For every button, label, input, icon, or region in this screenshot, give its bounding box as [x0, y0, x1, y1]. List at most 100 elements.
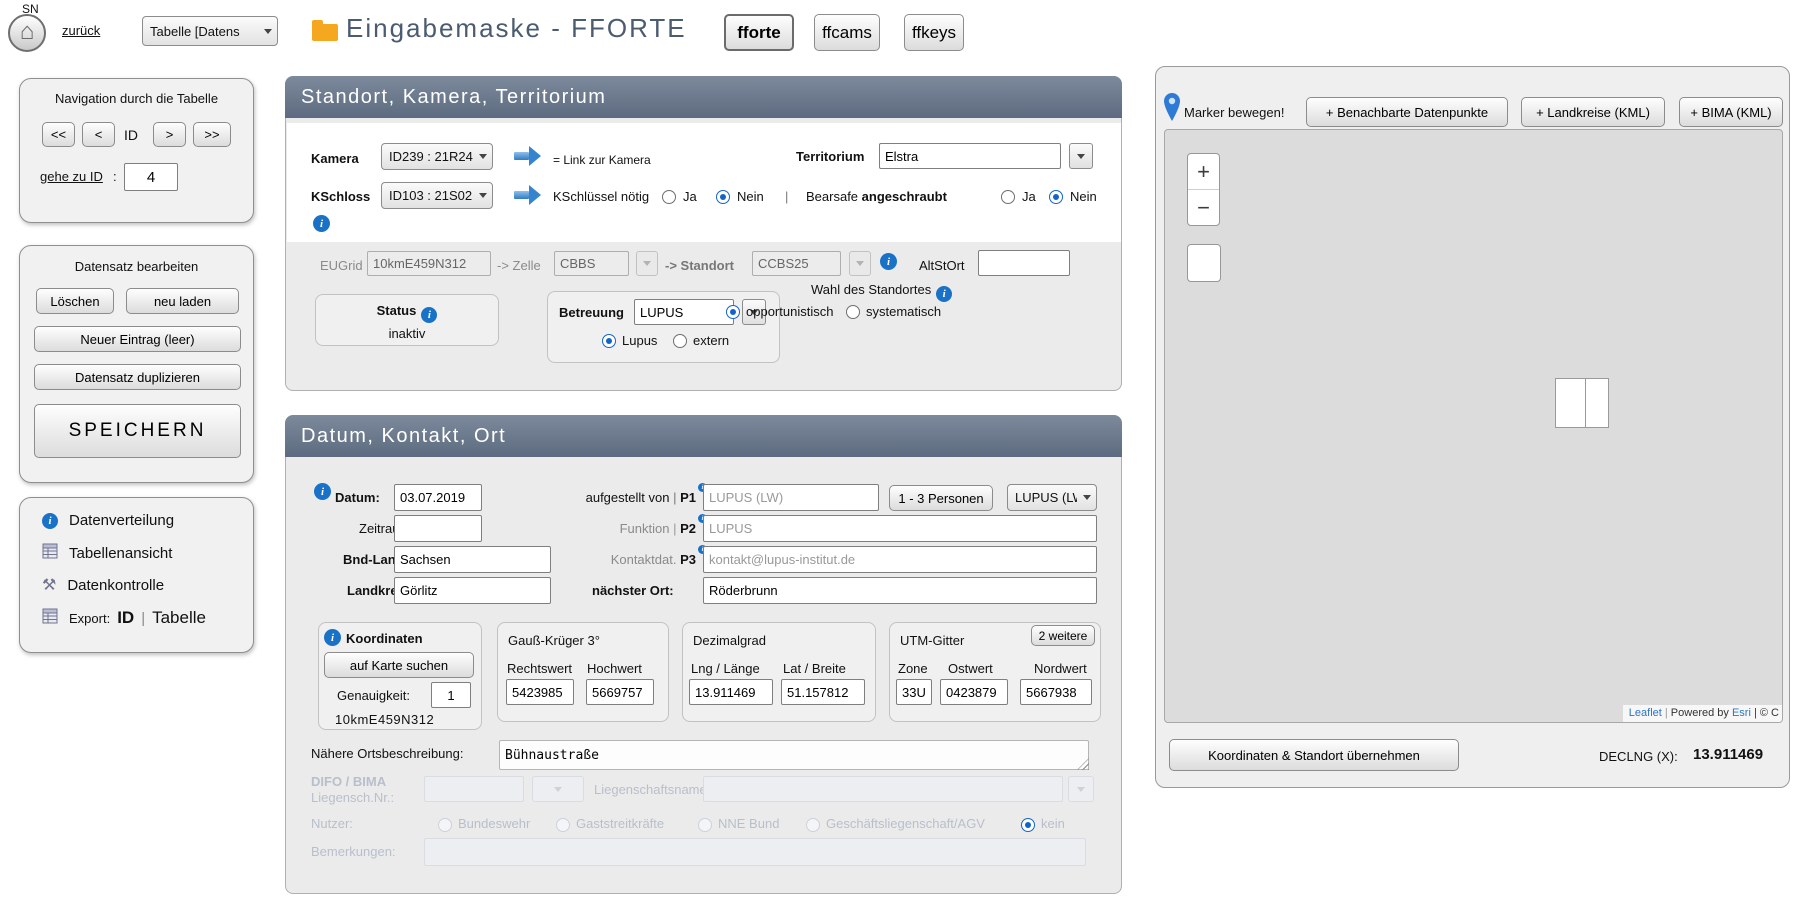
utm-ostwert-input[interactable] [940, 679, 1008, 705]
ortsbeschreibung-label: Nähere Ortsbeschreibung: [311, 746, 463, 761]
chevron-down-icon [1083, 495, 1091, 500]
info-icon[interactable] [880, 253, 897, 270]
kschloss-select-value: ID103 : 21S02 [389, 188, 472, 203]
koordinaten-box: Koordinaten auf Karte suchen Genauigkeit… [318, 622, 482, 730]
bearsafe-nein-radio[interactable] [1049, 190, 1063, 204]
betreuung-input[interactable] [634, 299, 734, 325]
wahl-systematisch-radio[interactable] [846, 305, 860, 319]
home-icon[interactable] [8, 14, 46, 52]
duplicate-button[interactable]: Datensatz duplizieren [34, 364, 241, 390]
export-table-link[interactable]: Tabelle [152, 608, 206, 628]
form2-header: Datum, Kontakt, Ort [285, 415, 1122, 457]
export-link[interactable]: Export: ID | Tabelle [42, 608, 206, 628]
territorium-dropdown-button[interactable] [1069, 143, 1093, 169]
goto-id-input[interactable] [124, 163, 178, 191]
breite-input[interactable] [781, 679, 865, 705]
kschloss-select[interactable]: ID103 : 21S02 [381, 182, 493, 209]
export-separator: | [141, 610, 145, 627]
back-link[interactable]: zurück [62, 23, 100, 38]
standort-label: -> Standort [665, 258, 734, 273]
kschluessel-nein-radio[interactable] [716, 190, 730, 204]
leaflet-link[interactable]: Leaflet [1629, 707, 1662, 719]
zoom-out-button[interactable]: − [1188, 190, 1219, 225]
betreuung-extern-radio[interactable] [673, 334, 687, 348]
esri-link[interactable]: Esri [1732, 707, 1751, 719]
bndland-input[interactable] [394, 546, 551, 573]
datenkontrolle-link[interactable]: ⚒ Datenkontrolle [42, 575, 164, 595]
tab-ffcams[interactable]: ffcams [814, 14, 880, 51]
betreuung-lupus-radio[interactable] [602, 334, 616, 348]
info-icon[interactable] [936, 286, 952, 302]
p1-input[interactable] [703, 484, 879, 511]
datenpunkte-button[interactable]: + Benachbarte Datenpunkte [1306, 97, 1508, 127]
zeitraum-input[interactable] [394, 515, 482, 542]
bearsafe-ja-radio[interactable] [1001, 190, 1015, 204]
nav-next-button[interactable]: > [153, 122, 186, 147]
map-control-button[interactable] [1187, 244, 1221, 282]
laenge-input[interactable] [689, 679, 773, 705]
tab-fforte[interactable]: fforte [724, 14, 794, 51]
nav-first-button[interactable]: << [42, 122, 75, 147]
record-edit-box: Datensatz bearbeiten Löschen neu laden N… [19, 245, 254, 483]
new-entry-button[interactable]: Neuer Eintrag (leer) [34, 326, 241, 352]
landkreise-kml-button[interactable]: + Landkreise (KML) [1521, 97, 1665, 127]
table-select[interactable]: Tabelle [Datens [142, 16, 278, 46]
bima-kml-button[interactable]: + BIMA (KML) [1679, 97, 1783, 127]
nutzer-bundeswehr-label: Bundeswehr [458, 816, 530, 831]
datenkontrolle-label: Datenkontrolle [67, 577, 164, 594]
more-coords-button[interactable]: 2 weitere [1031, 625, 1095, 646]
territorium-input[interactable] [879, 143, 1061, 169]
p1-select[interactable]: LUPUS (LW [1007, 484, 1097, 511]
zoom-in-button[interactable]: + [1188, 154, 1219, 190]
tabellenansicht-link[interactable]: Tabellenansicht [42, 543, 172, 563]
zelle-dropdown-button [636, 251, 658, 276]
naechster-ort-input[interactable] [703, 577, 1097, 604]
info-icon[interactable] [314, 483, 331, 500]
utm-nordwert-input[interactable] [1020, 679, 1092, 705]
camera-link-arrow-icon[interactable] [514, 146, 544, 166]
datenverteilung-link[interactable]: Datenverteilung [42, 512, 174, 529]
p3-input[interactable] [703, 546, 1097, 573]
nav-prev-button[interactable]: < [82, 122, 115, 147]
reload-button[interactable]: neu laden [126, 288, 239, 314]
delete-button[interactable]: Löschen [36, 288, 114, 314]
map-search-button[interactable]: auf Karte suchen [324, 652, 474, 678]
kschloss-link-arrow-icon[interactable] [514, 185, 544, 205]
goto-id-link[interactable]: gehe zu ID [40, 169, 103, 184]
apply-coordinates-button[interactable]: Koordinaten & Standort übernehmen [1169, 739, 1459, 771]
declng-label: DECLNG (X): [1599, 749, 1678, 764]
hochwert-input[interactable] [586, 679, 654, 705]
betreuung-lupus-label: Lupus [622, 333, 657, 348]
kschluessel-ja-radio[interactable] [662, 190, 676, 204]
export-id-link[interactable]: ID [117, 608, 134, 628]
info-icon [42, 513, 58, 529]
form1-title: Standort, Kamera, Territorium [301, 86, 606, 109]
nav-last-button[interactable]: >> [193, 122, 231, 147]
wahl-label: Wahl des Standortes [811, 282, 952, 302]
p2-label: P2 [680, 521, 696, 536]
ortsbeschreibung-textarea[interactable] [499, 740, 1089, 770]
rechtswert-input[interactable] [506, 679, 574, 705]
personen-button[interactable]: 1 - 3 Personen [889, 485, 993, 511]
altstort-label: AltStOrt [919, 258, 965, 273]
altstort-input[interactable] [978, 250, 1070, 276]
info-icon[interactable] [421, 307, 437, 323]
save-button[interactable]: SPEICHERN [34, 404, 241, 458]
utm-zone-input[interactable] [896, 679, 932, 705]
chevron-down-icon [479, 193, 487, 198]
kamera-select[interactable]: ID239 : 21R24 [381, 143, 493, 170]
betreuung-label: Betreuung [559, 305, 624, 320]
datum-input[interactable] [394, 484, 482, 511]
bemerkungen-label: Bemerkungen: [311, 844, 396, 859]
info-icon[interactable] [324, 629, 341, 646]
genauigkeit-input[interactable] [431, 682, 471, 708]
aufgestellt-label: aufgestellt von | P1 [486, 490, 696, 505]
grid-ref-label: 10kmE459N312 [335, 712, 434, 727]
map-attribution: Leaflet | Powered by Esri | © C [1623, 705, 1782, 722]
tab-ffkeys[interactable]: ffkeys [904, 14, 964, 51]
wahl-opportunistisch-radio[interactable] [726, 305, 740, 319]
p2-input[interactable] [703, 515, 1097, 542]
landkreis-input[interactable] [394, 577, 551, 604]
map-canvas[interactable]: + − Leaflet | Powered by Esri | © C [1164, 129, 1783, 723]
info-icon[interactable] [313, 215, 330, 232]
